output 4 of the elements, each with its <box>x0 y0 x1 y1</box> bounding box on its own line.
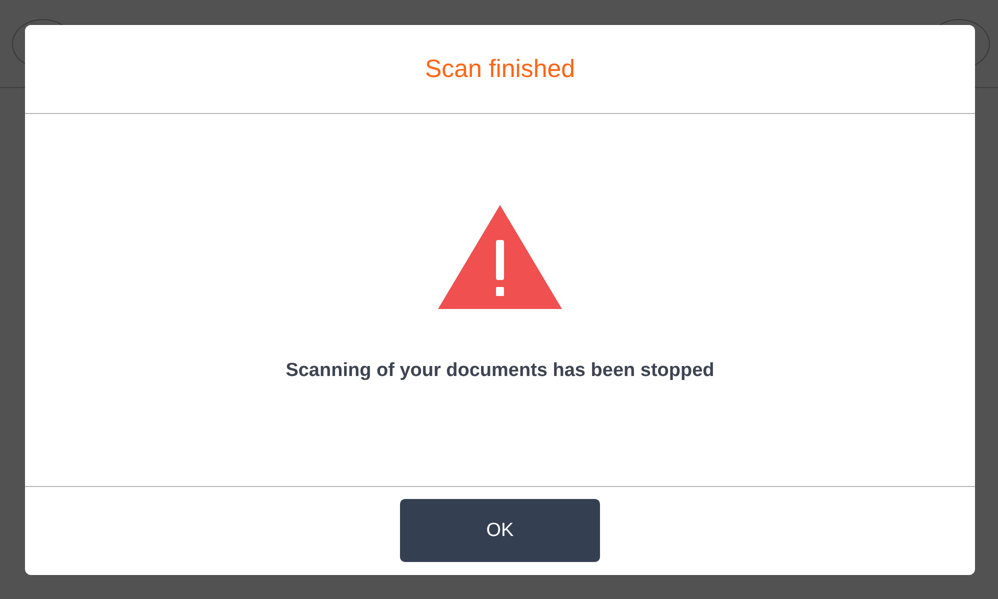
warning-icon <box>437 204 563 310</box>
dialog-message: Scanning of your documents has been stopped <box>286 360 714 382</box>
dialog-title: Scan finished <box>424 54 576 84</box>
ok-button[interactable]: OK <box>400 499 600 562</box>
